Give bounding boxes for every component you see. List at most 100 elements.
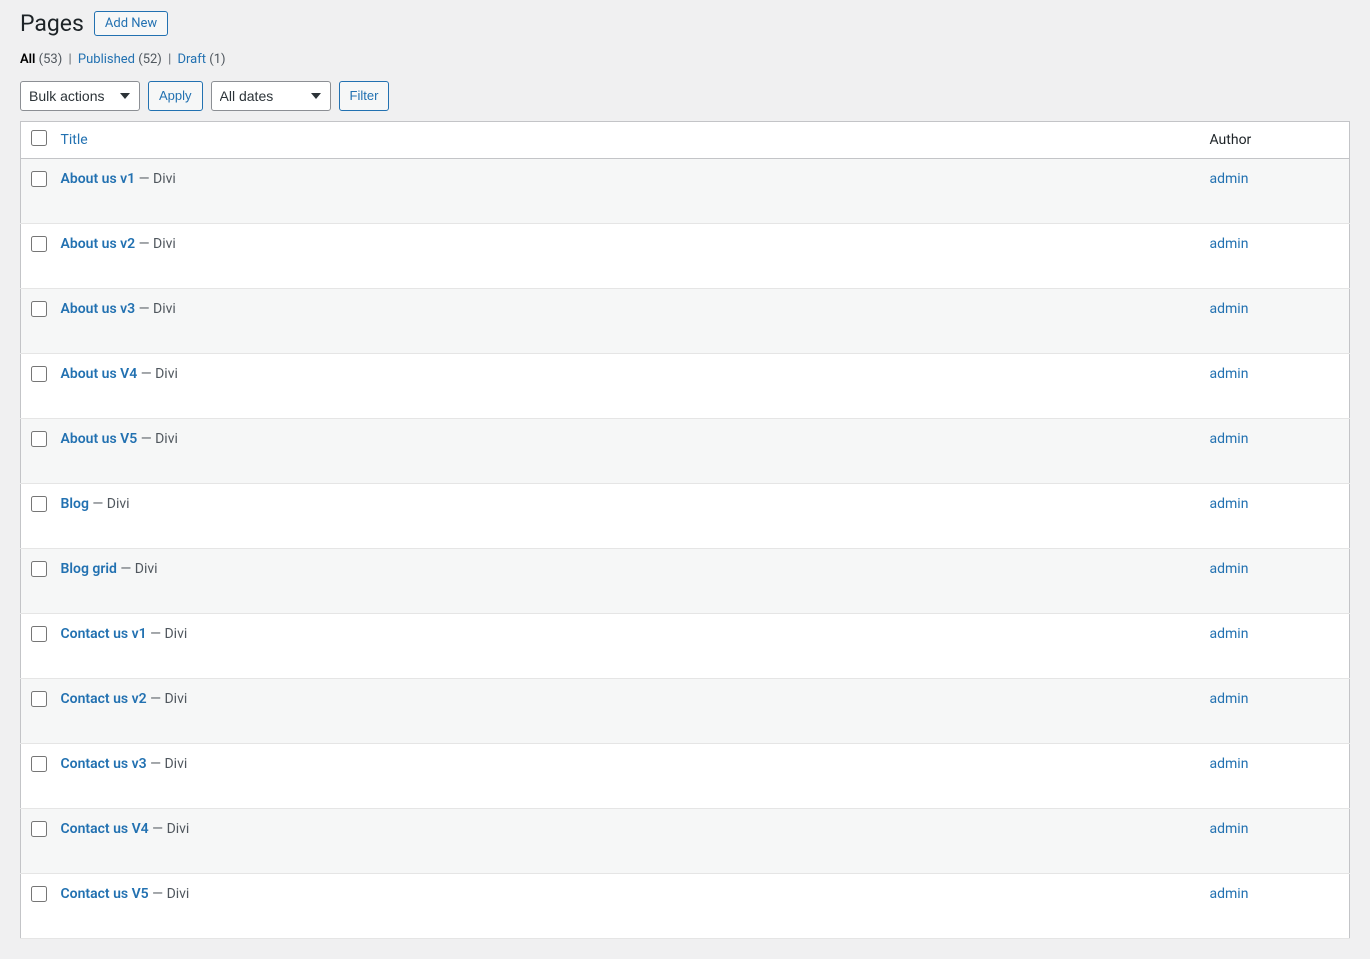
row-author-cell: admin [1200,419,1350,484]
bulk-actions-select[interactable]: Bulk actions [20,81,140,111]
select-all-checkbox[interactable] [31,130,47,146]
page-title-link[interactable]: Blog grid [61,561,117,577]
row-check-cell [21,289,51,354]
filter-button[interactable]: Filter [339,81,390,111]
row-check-cell [21,809,51,874]
author-link[interactable]: admin [1210,756,1249,772]
row-checkbox[interactable] [31,301,47,317]
row-check-cell [21,679,51,744]
page-title: Pages [20,10,84,37]
table-row: Contact us v3 — Divi admin [21,744,1350,809]
row-checkbox[interactable] [31,886,47,902]
row-check-cell [21,419,51,484]
row-author-cell: admin [1200,224,1350,289]
author-link[interactable]: admin [1210,626,1249,642]
author-link[interactable]: admin [1210,496,1249,512]
author-column-header: Author [1200,122,1350,159]
page-title-link[interactable]: Contact us v1 [61,626,147,642]
row-checkbox[interactable] [31,821,47,837]
title-column-header[interactable]: Title [51,122,1200,159]
author-link[interactable]: admin [1210,366,1249,382]
page-title-link[interactable]: About us v1 [61,171,136,187]
row-author-cell: admin [1200,289,1350,354]
select-all-header [21,122,51,159]
author-link[interactable]: admin [1210,886,1249,902]
apply-button[interactable]: Apply [148,81,203,111]
page-title-link[interactable]: Contact us V5 [61,886,149,902]
author-link[interactable]: admin [1210,171,1249,187]
row-title-cell: About us v2 — Divi [51,224,1200,289]
separator: | [69,52,72,67]
table-row: Contact us v1 — Divi admin [21,614,1350,679]
table-row: Blog — Divi admin [21,484,1350,549]
row-checkbox[interactable] [31,366,47,382]
row-title-cell: Contact us v1 — Divi [51,614,1200,679]
table-row: Contact us v2 — Divi admin [21,679,1350,744]
author-link[interactable]: admin [1210,561,1249,577]
row-author-cell: admin [1200,744,1350,809]
row-title-cell: Contact us v2 — Divi [51,679,1200,744]
row-title-cell: Blog — Divi [51,484,1200,549]
filter-published[interactable]: Published (52) [78,52,165,67]
row-title-cell: About us v3 — Divi [51,289,1200,354]
filter-all-label: All [20,52,35,67]
page-title-link[interactable]: About us V4 [61,366,138,382]
page-title-link[interactable]: Contact us v2 [61,691,147,707]
page-title-suffix: — Divi [135,236,176,252]
filter-published-count: (52) [138,52,162,67]
row-author-cell: admin [1200,354,1350,419]
page-title-link[interactable]: Blog [61,496,89,512]
author-link[interactable]: admin [1210,691,1249,707]
row-author-cell: admin [1200,874,1350,939]
page-title-suffix: — Divi [147,756,188,772]
row-title-cell: Contact us V5 — Divi [51,874,1200,939]
row-title-cell: Contact us V4 — Divi [51,809,1200,874]
author-link[interactable]: admin [1210,821,1249,837]
row-title-cell: About us V5 — Divi [51,419,1200,484]
page-title-link[interactable]: About us V5 [61,431,138,447]
filter-all[interactable]: All (53) [20,52,66,67]
filter-draft[interactable]: Draft (1) [178,52,226,67]
page-title-suffix: — Divi [147,626,188,642]
page-title-suffix: — Divi [135,301,176,317]
author-link[interactable]: admin [1210,236,1249,252]
add-new-button[interactable]: Add New [94,11,168,36]
author-link[interactable]: admin [1210,301,1249,317]
table-row: About us v2 — Divi admin [21,224,1350,289]
filter-draft-label: Draft [178,52,207,67]
row-author-cell: admin [1200,549,1350,614]
dates-select[interactable]: All dates [211,81,331,111]
row-checkbox[interactable] [31,431,47,447]
dates-select-wrap: All dates [211,81,331,111]
filter-all-count: (53) [39,52,63,67]
page-title-suffix: — Divi [135,171,176,187]
table-row: About us V5 — Divi admin [21,419,1350,484]
row-checkbox[interactable] [31,561,47,577]
page-title-link[interactable]: About us v3 [61,301,136,317]
pages-table: Title Author About us v1 — DiviadminAbou… [20,121,1350,939]
row-author-cell: admin [1200,484,1350,549]
row-check-cell [21,549,51,614]
page-title-link[interactable]: Contact us v3 [61,756,147,772]
row-checkbox[interactable] [31,496,47,512]
row-check-cell [21,484,51,549]
row-check-cell [21,159,51,224]
row-check-cell [21,614,51,679]
table-row: About us V4 — Divi admin [21,354,1350,419]
row-checkbox[interactable] [31,171,47,187]
page-title-link[interactable]: Contact us V4 [61,821,149,837]
page-title-link[interactable]: About us v2 [61,236,136,252]
page-title-suffix: — Divi [149,821,190,837]
row-author-cell: admin [1200,614,1350,679]
page-title-suffix: — Divi [149,886,190,902]
page-title-suffix: — Divi [89,496,130,512]
row-checkbox[interactable] [31,626,47,642]
page-title-suffix: — Divi [147,691,188,707]
table-row: About us v3 — Divi admin [21,289,1350,354]
page-title-suffix: — Divi [137,366,178,382]
row-checkbox[interactable] [31,756,47,772]
author-link[interactable]: admin [1210,431,1249,447]
row-checkbox[interactable] [31,236,47,252]
row-checkbox[interactable] [31,691,47,707]
row-check-cell [21,874,51,939]
